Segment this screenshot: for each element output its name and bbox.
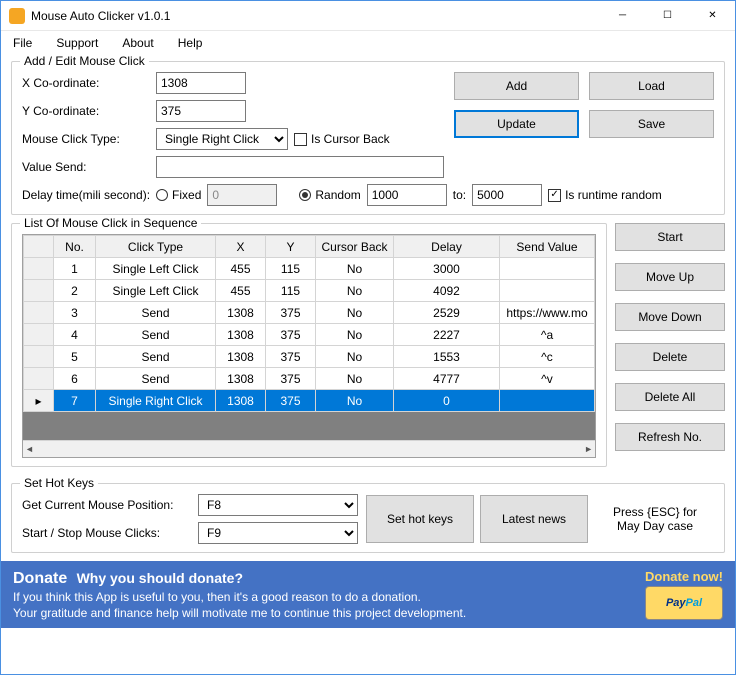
menu-about[interactable]: About	[118, 34, 157, 52]
start-button[interactable]: Start	[615, 223, 725, 251]
minimize-button[interactable]: ─	[600, 1, 645, 31]
update-button[interactable]: Update	[454, 110, 579, 138]
paypal-button[interactable]: PayPal	[645, 586, 723, 620]
random-to-input[interactable]	[472, 184, 542, 206]
click-type-label: Mouse Click Type:	[22, 132, 150, 146]
add-edit-group: Add / Edit Mouse Click X Co-ordinate: Y …	[11, 61, 725, 215]
y-input[interactable]	[156, 100, 246, 122]
menu-file[interactable]: File	[9, 34, 36, 52]
menu-support[interactable]: Support	[52, 34, 102, 52]
getpos-select[interactable]: F8	[198, 494, 358, 516]
value-send-label: Value Send:	[22, 160, 150, 174]
col-no[interactable]: No.	[54, 236, 96, 258]
table-row[interactable]: 6Send1308375No4777^v	[24, 368, 595, 390]
delete-all-button[interactable]: Delete All	[615, 383, 725, 411]
table-row[interactable]: ▸7Single Right Click1308375No0	[24, 390, 595, 412]
checkbox-icon	[548, 189, 561, 202]
menubar: File Support About Help	[1, 31, 735, 55]
set-hotkeys-button[interactable]: Set hot keys	[366, 495, 474, 543]
value-send-input[interactable]	[156, 156, 444, 178]
add-button[interactable]: Add	[454, 72, 579, 100]
random-from-input[interactable]	[367, 184, 447, 206]
col-x[interactable]: X	[216, 236, 266, 258]
startstop-select[interactable]: F9	[198, 522, 358, 544]
table-row[interactable]: 2Single Left Click455115No4092	[24, 280, 595, 302]
col-cursorback[interactable]: Cursor Back	[316, 236, 394, 258]
table-row[interactable]: 1Single Left Click455115No3000	[24, 258, 595, 280]
load-button[interactable]: Load	[589, 72, 714, 100]
fixed-radio[interactable]: Fixed	[156, 188, 201, 202]
donate-subtitle: Why you should donate?	[77, 570, 243, 586]
close-button[interactable]: ✕	[690, 1, 735, 31]
maximize-button[interactable]: ☐	[645, 1, 690, 31]
move-up-button[interactable]: Move Up	[615, 263, 725, 291]
list-group: List Of Mouse Click in Sequence No. Clic…	[11, 223, 607, 467]
menu-help[interactable]: Help	[174, 34, 207, 52]
donate-now-label: Donate now!	[645, 569, 723, 584]
hotkeys-group: Set Hot Keys Get Current Mouse Position:…	[11, 483, 725, 553]
startstop-label: Start / Stop Mouse Clicks:	[22, 526, 192, 540]
grid-empty-area	[23, 412, 595, 440]
col-sendvalue[interactable]: Send Value	[500, 236, 595, 258]
delay-label: Delay time(mili second):	[22, 188, 150, 202]
table-row[interactable]: 4Send1308375No2227^a	[24, 324, 595, 346]
donate-line1: If you think this App is useful to you, …	[13, 590, 635, 604]
click-type-select[interactable]: Single Right Click	[156, 128, 288, 150]
radio-icon	[156, 189, 168, 201]
donate-banner: Donate Why you should donate? If you thi…	[1, 561, 735, 628]
donate-title: Donate	[13, 570, 67, 587]
to-label: to:	[453, 188, 466, 202]
save-button[interactable]: Save	[589, 110, 714, 138]
hotkeys-legend: Set Hot Keys	[20, 476, 98, 490]
titlebar: Mouse Auto Clicker v1.0.1 ─ ☐ ✕	[1, 1, 735, 31]
x-label: X Co-ordinate:	[22, 76, 150, 90]
table-row[interactable]: 3Send1308375No2529https://www.mo	[24, 302, 595, 324]
table-row[interactable]: 5Send1308375No1553^c	[24, 346, 595, 368]
col-clicktype[interactable]: Click Type	[96, 236, 216, 258]
donate-line2: Your gratitude and finance help will mot…	[13, 606, 635, 620]
runtime-random-checkbox[interactable]: Is runtime random	[548, 188, 662, 202]
latest-news-button[interactable]: Latest news	[480, 495, 588, 543]
x-input[interactable]	[156, 72, 246, 94]
add-edit-legend: Add / Edit Mouse Click	[20, 54, 149, 68]
col-delay[interactable]: Delay	[394, 236, 500, 258]
col-y[interactable]: Y	[266, 236, 316, 258]
window-title: Mouse Auto Clicker v1.0.1	[31, 9, 600, 23]
getpos-label: Get Current Mouse Position:	[22, 498, 192, 512]
move-down-button[interactable]: Move Down	[615, 303, 725, 331]
delete-button[interactable]: Delete	[615, 343, 725, 371]
checkbox-icon	[294, 133, 307, 146]
esc-note: Press {ESC} for May Day case	[596, 505, 714, 533]
app-icon	[9, 8, 25, 24]
click-table[interactable]: No. Click Type X Y Cursor Back Delay Sen…	[22, 234, 596, 458]
radio-icon	[299, 189, 311, 201]
horizontal-scrollbar[interactable]: ◄►	[23, 440, 595, 457]
list-legend: List Of Mouse Click in Sequence	[20, 216, 201, 230]
refresh-button[interactable]: Refresh No.	[615, 423, 725, 451]
fixed-input	[207, 184, 277, 206]
cursor-back-checkbox[interactable]: Is Cursor Back	[294, 132, 390, 146]
y-label: Y Co-ordinate:	[22, 104, 150, 118]
random-radio[interactable]: Random	[299, 188, 360, 202]
